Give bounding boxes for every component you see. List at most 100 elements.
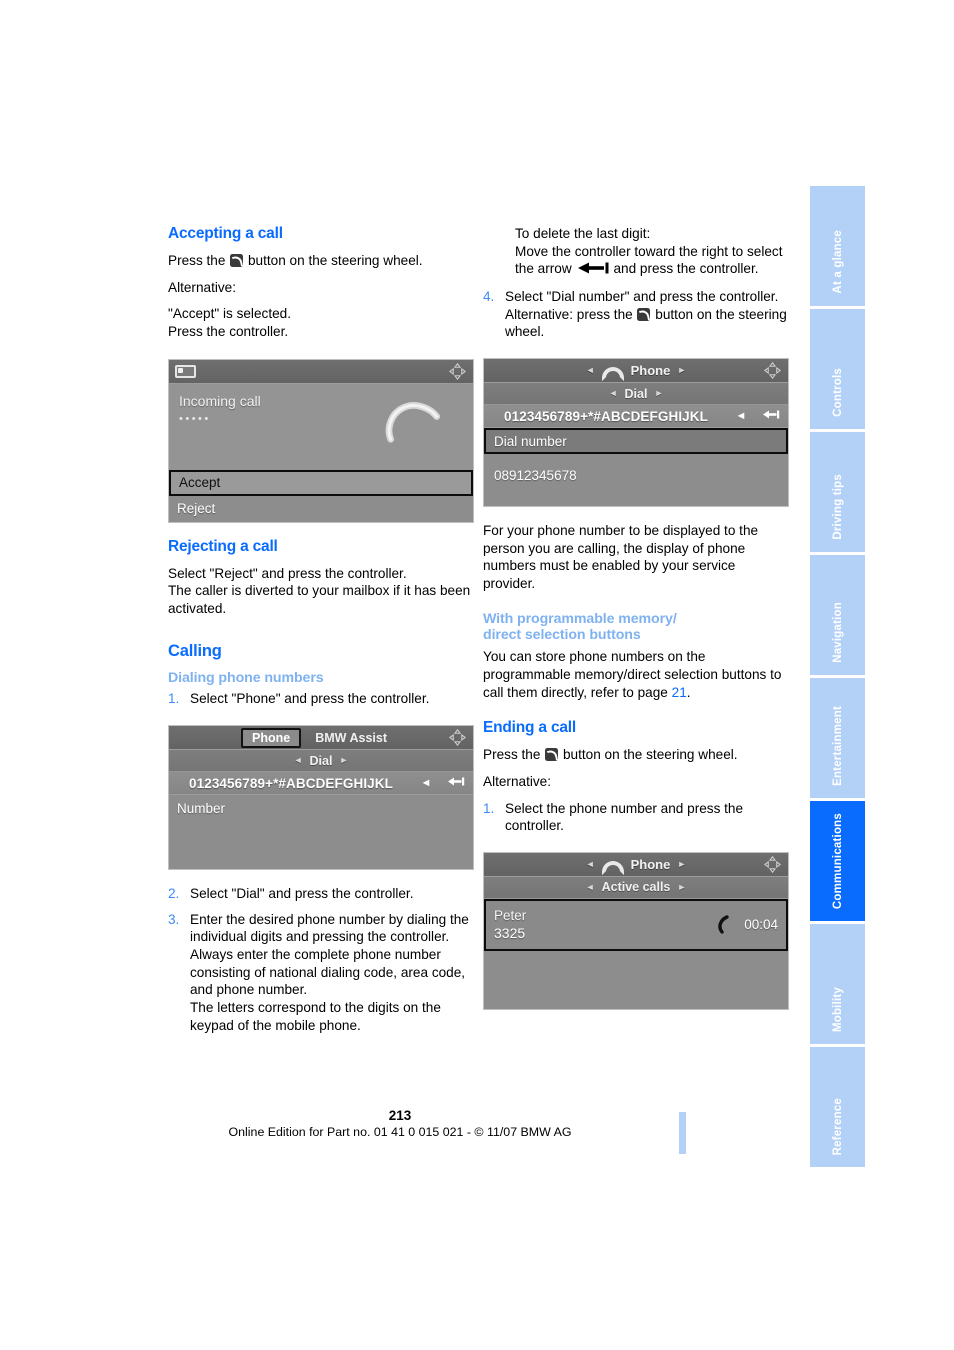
sidebar-tab-communications[interactable]: Communications	[810, 801, 865, 921]
chevron-right-icon: ►	[677, 365, 687, 376]
steering-wheel-phone-button-icon	[637, 307, 651, 321]
ending-line1-post: button on the steering wheel.	[562, 747, 738, 763]
dial-number-label: Dial number	[494, 433, 567, 449]
backspace-icon[interactable]	[760, 410, 782, 422]
heading-ending-a-call: Ending a call	[483, 719, 577, 737]
dial-number-menu-item[interactable]: Dial number	[484, 428, 788, 455]
sidebar-tab-reference[interactable]: Reference	[810, 1047, 865, 1167]
controller-joystick-icon	[449, 362, 466, 380]
ending-alternative-label: Alternative:	[483, 773, 552, 789]
step-number: 4.	[483, 289, 495, 305]
call-duration-group: 00:04	[718, 915, 778, 935]
rejecting-line2: The caller is diverted to your mailbox i…	[168, 583, 471, 617]
heading-rejecting-a-call: Rejecting a call	[168, 537, 278, 555]
delete-digit-line1: To delete the last digit:	[515, 226, 651, 241]
dial-submenu-bar[interactable]: ◄ Dial ►	[169, 750, 473, 773]
sidebar-tab-label: Mobility	[831, 986, 844, 1032]
dialing-steps-list-1: 1. Select "Phone" and press the controll…	[168, 690, 474, 708]
footer-accent-bar	[679, 1112, 686, 1154]
heading-dialing-phone-numbers: Dialing phone numbers	[168, 669, 324, 686]
dial-number-step-list: 4. Select "Dial number" and press the co…	[483, 288, 789, 341]
ending-steps-list: 1. Select the phone number and press the…	[483, 800, 789, 835]
chevron-right-icon: ►	[677, 858, 687, 869]
phone-header-title: Phone	[630, 856, 671, 872]
heading-programmable-memory: With programmable memory/ direct selecti…	[483, 611, 789, 645]
backspace-arrow-icon	[763, 410, 780, 419]
active-call-row[interactable]: Peter 3325 00:04	[484, 898, 788, 951]
backspace-arrow-icon	[448, 777, 465, 786]
character-selection-row[interactable]: 0123456789+*#ABCDEFGHIJKL ◄	[169, 772, 473, 796]
character-selection-row[interactable]: 0123456789+*#ABCDEFGHIJKL ◄	[484, 405, 788, 429]
phone-screen-header: Phone BMW Assist	[169, 726, 473, 751]
rejecting-line1: Select "Reject" and press the controller…	[168, 565, 407, 581]
prev-arrow-icon[interactable]: ◄	[730, 410, 752, 422]
entered-number-area: 08912345678	[484, 454, 788, 507]
chevron-left-icon: ◄	[608, 388, 618, 399]
tab-bmw-assist[interactable]: BMW Assist	[306, 730, 396, 746]
page-reference-link[interactable]: 21	[672, 685, 687, 700]
handset-header-icon	[601, 859, 624, 875]
controller-joystick-icon	[764, 362, 781, 380]
backspace-icon[interactable]	[445, 777, 467, 789]
number-field-row[interactable]: Number	[169, 795, 473, 822]
reject-menu-item[interactable]: Reject	[169, 495, 473, 522]
accepting-alternative-label: Alternative:	[168, 279, 237, 295]
entered-number: 08912345678	[494, 468, 577, 484]
character-set[interactable]: 0123456789+*#ABCDEFGHIJKL	[175, 776, 407, 791]
sidebar-tab-label: Communications	[831, 812, 844, 909]
caller-id-note: For your phone number to be displayed to…	[483, 523, 759, 592]
tab-phone[interactable]: Phone	[241, 727, 302, 748]
dial-screen-header: ◄ Phone ►	[484, 359, 788, 384]
handset-illustration-icon	[385, 401, 441, 443]
sidebar-tab-navigation[interactable]: Navigation	[810, 555, 865, 675]
dial-submenu-label: Dial	[624, 386, 648, 401]
step-number: 1.	[483, 800, 495, 816]
active-calls-submenu-bar[interactable]: ◄ Active calls ►	[484, 876, 788, 899]
sidebar-tab-label: Reference	[831, 1097, 844, 1155]
heading-line1: With programmable memory/	[483, 610, 677, 627]
delete-digit-instructions: To delete the last digit: Move the contr…	[515, 225, 789, 279]
empty-screen-area	[484, 950, 788, 1009]
list-item: 1. Select "Phone" and press the controll…	[168, 690, 474, 708]
active-calls-screenshot: ◄ Phone ► ◄ Active calls ► Peter 3325 00…	[483, 851, 789, 1010]
accepting-press-button-text: Press the button on the steering wheel.	[168, 252, 474, 270]
chevron-left-icon: ◄	[585, 858, 595, 869]
message-box-icon	[175, 364, 196, 378]
sidebar-tab-label: Navigation	[831, 602, 844, 663]
left-column: Accepting a call Press the button on the…	[168, 225, 474, 1043]
phone-header-title: Phone	[630, 363, 671, 379]
heading-line2: direct selection buttons	[483, 627, 641, 644]
empty-screen-area	[169, 821, 473, 870]
accepting-line1-post: button on the steering wheel.	[247, 253, 423, 268]
accepting-line3: Press the controller.	[168, 324, 289, 340]
incoming-screen-header	[169, 359, 473, 384]
sidebar-tab-driving-tips[interactable]: Driving tips	[810, 432, 865, 552]
call-duration: 00:04	[744, 917, 778, 933]
memory-text-pre: You can store phone numbers on the progr…	[483, 649, 782, 700]
incoming-call-body: Incoming call •••••	[169, 383, 473, 470]
chevron-right-icon: ►	[339, 755, 349, 766]
sidebar-tab-entertainment[interactable]: Entertainment	[810, 678, 865, 798]
sidebar-tab-label: Driving tips	[831, 474, 844, 540]
sidebar-tab-at-a-glance[interactable]: At a glance	[810, 186, 865, 306]
sidebar-tab-controls[interactable]: Controls	[810, 309, 865, 429]
dial-number-screenshot: ◄ Phone ► ◄ Dial ► 0123456789+*#ABCDEFGH…	[483, 358, 789, 508]
sidebar-tab-label: Entertainment	[831, 706, 844, 786]
steering-wheel-phone-button-icon	[230, 254, 244, 267]
sidebar-tab-mobility[interactable]: Mobility	[810, 924, 865, 1044]
prev-arrow-icon[interactable]: ◄	[415, 777, 437, 789]
chevron-left-icon: ◄	[293, 755, 303, 766]
step-text: Select the phone number and press the co…	[505, 800, 744, 834]
character-set[interactable]: 0123456789+*#ABCDEFGHIJKL	[490, 409, 722, 424]
handset-header-icon	[601, 365, 624, 382]
accepting-steps-text: "Accept" is selected. Press the controll…	[168, 305, 474, 340]
dial-submenu-bar[interactable]: ◄ Dial ►	[484, 383, 788, 406]
manual-page: Accepting a call Press the button on the…	[0, 0, 954, 1350]
accepting-line2: "Accept" is selected.	[168, 306, 291, 322]
active-calls-label: Active calls	[601, 880, 671, 895]
accept-menu-item[interactable]: Accept	[169, 469, 473, 496]
list-item: 2. Select "Dial" and press the controlle…	[168, 885, 474, 903]
step-text: Select "Dial" and press the controller.	[190, 886, 414, 902]
caller-name: Peter	[494, 907, 527, 923]
chevron-left-icon: ◄	[585, 365, 595, 376]
